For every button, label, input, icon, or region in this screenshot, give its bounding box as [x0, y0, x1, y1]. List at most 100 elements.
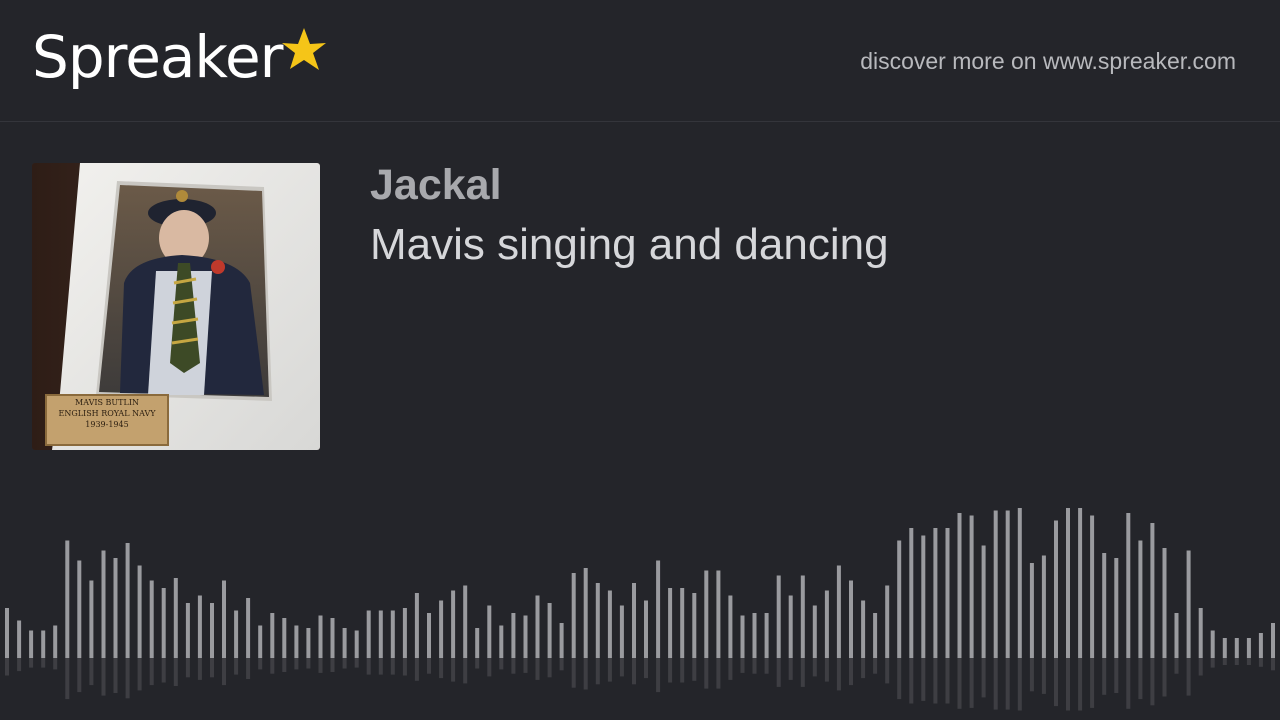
waveform-bar-reflection [1078, 658, 1083, 711]
waveform-bar [1126, 513, 1131, 658]
waveform-bar [668, 588, 673, 658]
waveform-bar [1029, 563, 1034, 658]
waveform-bar-reflection [873, 658, 878, 674]
waveform-bar-reflection [306, 658, 311, 669]
waveform-bar-reflection [619, 658, 624, 677]
waveform-bar-reflection [5, 658, 9, 676]
waveform-bar [583, 568, 588, 658]
waveform-bar-reflection [632, 658, 636, 685]
waveform-bar [704, 570, 709, 658]
waveform-bar-reflection [89, 658, 94, 686]
waveform-bar [945, 528, 950, 658]
waveform-bar [836, 565, 841, 658]
waveform-bar-reflection [788, 658, 793, 680]
waveform-bar-reflection [981, 658, 986, 698]
waveform-bar [185, 603, 190, 658]
plaque-line: 1939-1945 [85, 420, 129, 429]
waveform-bar [559, 623, 564, 658]
waveform-bar-reflection [1271, 658, 1275, 671]
waveform-bar-reflection [680, 658, 685, 683]
waveform-bar [414, 593, 419, 658]
waveform-bar-reflection [547, 658, 552, 678]
waveform-bar [77, 560, 82, 658]
waveform-bar [306, 628, 311, 658]
waveform-bar [812, 605, 817, 658]
logo-wordmark: Spreaker [32, 23, 283, 91]
waveform-bar [764, 613, 769, 658]
waveform-bar-reflection [728, 658, 733, 680]
waveform-bar [390, 610, 395, 658]
waveform-bar-reflection [571, 658, 576, 688]
waveform-bar-reflection [1041, 658, 1046, 694]
discover-more-link[interactable]: discover more on www.spreaker.com [860, 46, 1236, 76]
waveform-bar-reflection [1054, 658, 1058, 707]
waveform-bar [475, 628, 480, 658]
waveform-bar [125, 543, 130, 658]
waveform-bar [342, 628, 347, 658]
waveform-bar [1150, 523, 1155, 658]
waveform-bar [607, 590, 612, 658]
waveform-bar-reflection [342, 658, 347, 669]
waveform-bar [1186, 550, 1191, 658]
waveform-bar [716, 570, 721, 658]
waveform-bar [656, 560, 661, 658]
waveform-bar [849, 580, 853, 658]
waveform-bar [788, 595, 793, 658]
waveform-bar [402, 608, 407, 658]
waveform-bar [282, 618, 287, 658]
waveform-bar-reflection [366, 658, 371, 675]
waveform-bar-reflection [559, 658, 564, 671]
waveform-bar-reflection [644, 658, 648, 679]
waveform-bar [1041, 555, 1046, 658]
waveform-bar-reflection [1102, 658, 1107, 695]
waveform-bar-reflection [656, 658, 661, 693]
waveform-bar-reflection [1090, 658, 1095, 708]
star-icon [282, 28, 327, 70]
waveform-bar [463, 585, 468, 658]
waveform-bar-reflection [861, 658, 866, 679]
waveform-bar [5, 608, 9, 658]
waveform-bar [246, 598, 251, 658]
waveform-bar [752, 613, 757, 658]
waveform-bar-reflection [957, 658, 962, 709]
top-bar: Spreaker discover more on www.spreaker.c… [0, 0, 1280, 122]
waveform-bar [258, 625, 263, 658]
waveform-bar [89, 580, 94, 658]
waveform-bar [41, 630, 46, 658]
waveform-bar [1090, 515, 1095, 658]
waveform-bar [728, 595, 733, 658]
waveform-bar [366, 610, 371, 658]
waveform-bar [17, 620, 22, 658]
waveform-bar [969, 515, 974, 658]
waveform-bar [137, 565, 142, 658]
waveform-bar-reflection [523, 658, 528, 673]
waveform-bar [595, 583, 600, 658]
waveform-bar-reflection [692, 658, 697, 681]
waveform-bar-reflection [125, 658, 130, 699]
waveform-bar-reflection [1138, 658, 1143, 700]
waveform-bar-reflection [318, 658, 323, 673]
waveform-bar [499, 625, 504, 658]
waveform-bar-reflection [185, 658, 190, 678]
waveform-bar [101, 550, 106, 658]
spreaker-logo[interactable]: Spreaker [32, 22, 328, 102]
waveform-bar-reflection [909, 658, 914, 704]
waveform-bar-reflection [583, 658, 588, 690]
waveform-bar-reflection [222, 658, 226, 686]
waveform-bar-reflection [993, 658, 998, 710]
waveform-bar-reflection [607, 658, 612, 682]
waveform-bar [1234, 638, 1239, 658]
waveform-bar-reflection [149, 658, 154, 686]
waveform-bar-reflection [716, 658, 721, 689]
waveform-bar-reflection [945, 658, 950, 704]
waveform-bar-reflection [1186, 658, 1191, 696]
episode-title[interactable]: Mavis singing and dancing [370, 218, 889, 272]
waveform-bar [800, 575, 805, 658]
waveform-bar-reflection [390, 658, 395, 675]
episode-author[interactable]: Jackal [370, 160, 502, 210]
waveform-bar [439, 600, 444, 658]
waveform-bar-reflection [463, 658, 468, 684]
waveform-bar-reflection [595, 658, 600, 685]
waveform-bar-reflection [354, 658, 359, 668]
audio-waveform[interactable] [0, 500, 1280, 720]
